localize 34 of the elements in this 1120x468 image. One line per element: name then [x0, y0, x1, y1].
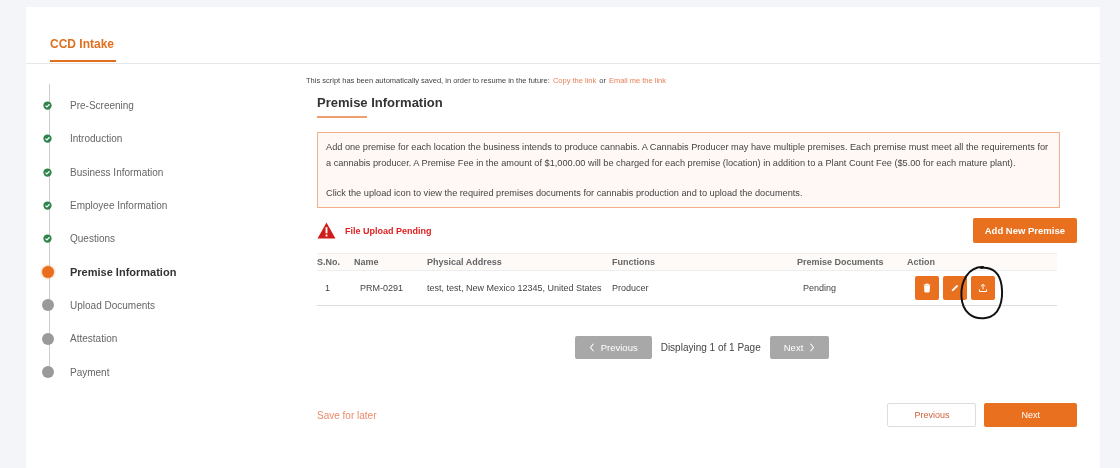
- column-header: Functions: [612, 253, 797, 271]
- edit-button[interactable]: [943, 276, 967, 300]
- page-status: Displaying 1 of 1 Page: [660, 342, 761, 353]
- step-label[interactable]: Upload Documents: [70, 299, 156, 311]
- notice-text: Click the upload icon to view the required premises documents for cannabis production and to upload the documents.: [326, 187, 804, 200]
- step-label[interactable]: Attestation: [70, 333, 118, 345]
- table-cell: PRM-0291: [354, 270, 427, 306]
- step-label[interactable]: Payment: [70, 366, 110, 378]
- table-cell: Producer: [612, 270, 797, 306]
- pencil-icon: [950, 283, 960, 293]
- step-label[interactable]: Questions: [70, 233, 116, 245]
- section-title: Premise Information: [317, 95, 443, 112]
- chevron-left-icon: [588, 343, 595, 352]
- column-header: Physical Address: [427, 253, 612, 271]
- warning-text: File Upload Pending: [345, 225, 432, 236]
- upload-icon: [978, 283, 988, 293]
- previous-button[interactable]: Previous: [887, 403, 977, 427]
- step-label[interactable]: Employee Information: [70, 200, 168, 212]
- column-header: S.No.: [317, 253, 354, 271]
- column-header: Action: [907, 253, 1057, 271]
- app-title: CCD Intake: [50, 37, 116, 62]
- trash-icon: [922, 283, 932, 293]
- column-header: Name: [354, 253, 427, 271]
- notice-text: Add one premise for each location the business intends to produce cannabis. A Cannabis Producer may have multiple premises. Each premise must meet all the requirements for a cannabis producer. A Premise Fee in the amount of $1,000.00 will be charged for each premise (location) in addition to a Plant Count Fee ($5.00 for each mature plant).: [326, 141, 1050, 170]
- step-label[interactable]: Premise Information: [70, 266, 177, 279]
- step-label[interactable]: Introduction: [70, 133, 123, 145]
- step-label[interactable]: Business Information: [70, 166, 164, 178]
- table-cell: Pending: [797, 270, 907, 306]
- step-label[interactable]: Pre-Screening: [70, 100, 134, 112]
- warning-icon: [317, 222, 336, 239]
- table-cell: test, test, New Mexico 12345, United States: [427, 270, 612, 306]
- chevron-right-icon: [809, 343, 816, 352]
- column-header: Premise Documents: [797, 253, 907, 271]
- table-cell: 1: [317, 270, 354, 306]
